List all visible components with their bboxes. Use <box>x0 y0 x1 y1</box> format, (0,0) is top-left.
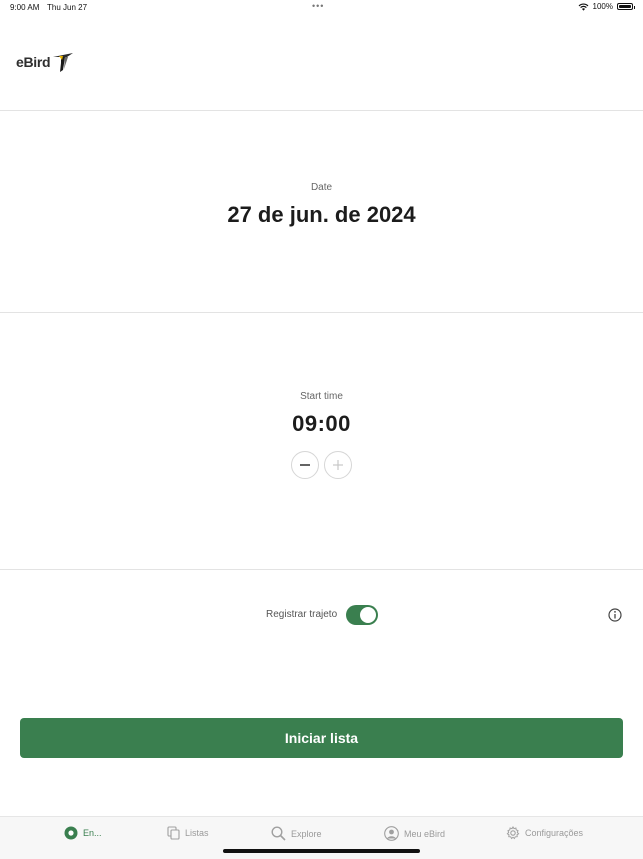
tab-settings[interactable]: Configurações <box>506 826 583 840</box>
status-bar: 9:00 AM Thu Jun 27 ••• 100% <box>0 0 643 16</box>
minus-icon <box>300 464 310 466</box>
track-toggle[interactable] <box>346 605 378 625</box>
multitasking-dots-icon[interactable]: ••• <box>312 1 324 11</box>
time-stepper <box>0 451 643 479</box>
bird-logo-icon <box>53 53 74 72</box>
start-time-section: Start time 09:00 <box>0 313 643 570</box>
record-icon <box>64 826 78 840</box>
status-date: Thu Jun 27 <box>47 3 88 12</box>
battery-percent: 100% <box>592 2 613 11</box>
info-icon[interactable] <box>608 608 622 622</box>
tab-settings-label: Configurações <box>525 828 584 838</box>
home-indicator <box>223 849 420 853</box>
wifi-icon <box>578 3 588 11</box>
track-label: Registrar trajeto <box>266 609 338 620</box>
tab-my-ebird[interactable]: Meu eBird <box>384 826 445 841</box>
status-time: 9:00 AM <box>10 3 40 12</box>
app-header: eBird <box>0 16 643 111</box>
decrement-time-button[interactable] <box>291 451 319 479</box>
start-time-value[interactable]: 09:00 <box>0 411 643 437</box>
profile-icon <box>384 826 399 841</box>
track-row: Registrar trajeto <box>0 600 643 630</box>
increment-time-button[interactable] <box>324 451 352 479</box>
date-section[interactable]: Date 27 de jun. de 2024 <box>0 111 643 313</box>
tab-my-ebird-label: Meu eBird <box>404 828 446 839</box>
date-value[interactable]: 27 de jun. de 2024 <box>0 202 643 228</box>
start-checklist-button[interactable]: Iniciar lista <box>20 718 623 758</box>
ebird-logo: eBird <box>16 50 75 74</box>
search-icon <box>271 826 286 841</box>
status-right-group: 100% <box>578 2 635 11</box>
tab-explore-label: Explore <box>291 828 322 839</box>
start-time-label: Start time <box>300 391 343 402</box>
plus-icon <box>333 460 343 470</box>
date-label: Date <box>310 182 333 193</box>
tab-enter[interactable]: En... <box>64 826 102 840</box>
toggle-knob <box>360 607 376 623</box>
logo-text: eBird <box>16 54 51 70</box>
tab-lists[interactable]: Listas <box>167 826 209 840</box>
gear-icon <box>506 826 520 840</box>
tab-lists-label: Listas <box>185 828 209 838</box>
tab-enter-label: En... <box>83 828 102 838</box>
battery-icon <box>617 3 635 10</box>
tab-explore[interactable]: Explore <box>271 826 322 841</box>
copy-icon <box>167 826 180 840</box>
